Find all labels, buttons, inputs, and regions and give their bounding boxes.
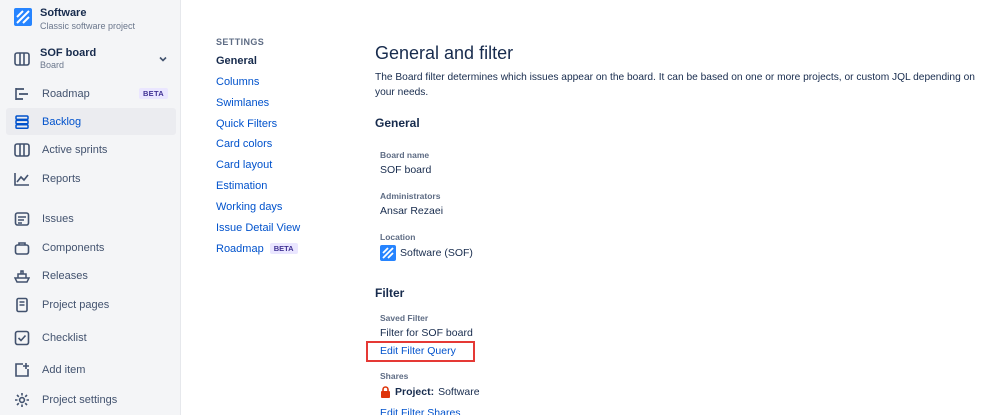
- sidebar-item-label: Project settings: [42, 393, 118, 406]
- sidebar-item-roadmap[interactable]: Roadmap BETA: [6, 80, 176, 107]
- board-switcher[interactable]: SOF board Board: [14, 46, 174, 72]
- project-type: Classic software project: [40, 21, 136, 31]
- settings-nav-card-colors[interactable]: Card colors: [216, 138, 272, 150]
- backlog-icon: [15, 114, 29, 129]
- settings-nav-estimation[interactable]: Estimation: [216, 180, 267, 192]
- highlight-box: [366, 341, 475, 362]
- intro-text: The Board filter determines which issues…: [375, 72, 975, 98]
- ship-icon: [14, 269, 30, 283]
- sidebar-item-backlog[interactable]: Backlog: [6, 108, 176, 135]
- roadmap-icon: [15, 87, 28, 100]
- issues-icon: [14, 211, 30, 226]
- sidebar-item-label: Releases: [42, 269, 88, 282]
- beta-badge: BETA: [269, 243, 298, 254]
- filter-heading: Filter: [375, 286, 405, 300]
- sidebar-item-releases[interactable]: Releases: [6, 262, 176, 289]
- board-name: SOF board: [40, 47, 97, 59]
- lock-icon: [381, 386, 390, 398]
- columns-icon: [14, 142, 30, 157]
- chevron-down-icon: [159, 56, 167, 62]
- location-label: Location: [380, 232, 416, 242]
- sidebar-item-components[interactable]: Components: [6, 234, 176, 261]
- sidebar-item-reports[interactable]: Reports: [6, 165, 176, 192]
- administrators-label: Administrators: [380, 191, 441, 201]
- general-heading: General: [375, 116, 420, 130]
- settings-nav-roadmap-label: Roadmap: [216, 243, 264, 255]
- settings-nav-card-layout[interactable]: Card layout: [216, 159, 272, 171]
- sidebar-item-label: Active sprints: [42, 143, 108, 156]
- page-icon: [16, 297, 28, 312]
- board-name-value: SOF board: [380, 164, 432, 176]
- gear-icon: [15, 392, 29, 407]
- sidebar-item-label: Checklist: [42, 331, 87, 344]
- add-item-icon: [15, 362, 29, 377]
- sidebar-item-active-sprints[interactable]: Active sprints: [6, 136, 176, 163]
- sidebar-item-add-item[interactable]: Add item: [6, 356, 176, 383]
- sidebar-item-label: Backlog: [42, 115, 82, 128]
- sidebar-item-label: Issues: [42, 212, 74, 225]
- sidebar-item-label: Components: [42, 241, 105, 254]
- checkbox-icon: [14, 330, 30, 345]
- sidebar-item-label: Reports: [42, 172, 81, 185]
- chart-line-icon: [14, 172, 29, 186]
- settings-nav-quick-filters[interactable]: Quick Filters: [216, 118, 277, 130]
- sidebar-item-project-settings[interactable]: Project settings: [6, 386, 176, 413]
- settings-nav-issue-detail-view[interactable]: Issue Detail View: [216, 222, 300, 234]
- saved-filter-label: Saved Filter: [380, 313, 429, 323]
- edit-filter-shares-link[interactable]: Edit Filter Shares: [380, 407, 461, 415]
- board-name-label: Board name: [380, 150, 430, 160]
- beta-badge: BETA: [138, 88, 168, 99]
- settings-nav-general[interactable]: General: [216, 55, 257, 67]
- shares-prefix: Project:: [395, 386, 435, 398]
- page-title: General and filter: [375, 43, 514, 63]
- project-logo-icon: [380, 245, 396, 261]
- settings-nav-working-days[interactable]: Working days: [216, 201, 282, 213]
- board-type: Board: [40, 60, 65, 70]
- project-header[interactable]: Software Classic software project: [14, 6, 135, 32]
- saved-filter-value: Filter for SOF board: [380, 327, 473, 339]
- location-text: Software (SOF): [400, 247, 473, 259]
- administrators-value: Ansar Rezaei: [380, 205, 444, 217]
- project-logo-icon: [14, 8, 32, 26]
- settings-nav-columns[interactable]: Columns: [216, 76, 259, 88]
- settings-nav-swimlanes[interactable]: Swimlanes: [216, 97, 269, 109]
- project-sidebar: Software Classic software project SOF bo…: [0, 0, 181, 415]
- sidebar-item-label: Project pages: [42, 298, 110, 311]
- settings-nav-roadmap[interactable]: Roadmap BETA: [216, 243, 298, 255]
- sidebar-item-label: Roadmap: [42, 87, 90, 100]
- shares-value: Project: Software: [380, 386, 480, 398]
- project-name: Software: [40, 7, 87, 19]
- sidebar-item-project-pages[interactable]: Project pages: [6, 291, 176, 318]
- shares-label: Shares: [380, 371, 409, 381]
- sidebar-item-label: Add item: [42, 363, 86, 376]
- components-icon: [14, 241, 30, 255]
- shares-project: Software: [438, 386, 480, 398]
- sidebar-item-issues[interactable]: Issues: [6, 205, 176, 232]
- settings-heading: SETTINGS: [216, 37, 265, 47]
- sidebar-item-checklist[interactable]: Checklist: [6, 324, 176, 351]
- location-value: Software (SOF): [380, 245, 473, 261]
- board-icon: [14, 52, 30, 66]
